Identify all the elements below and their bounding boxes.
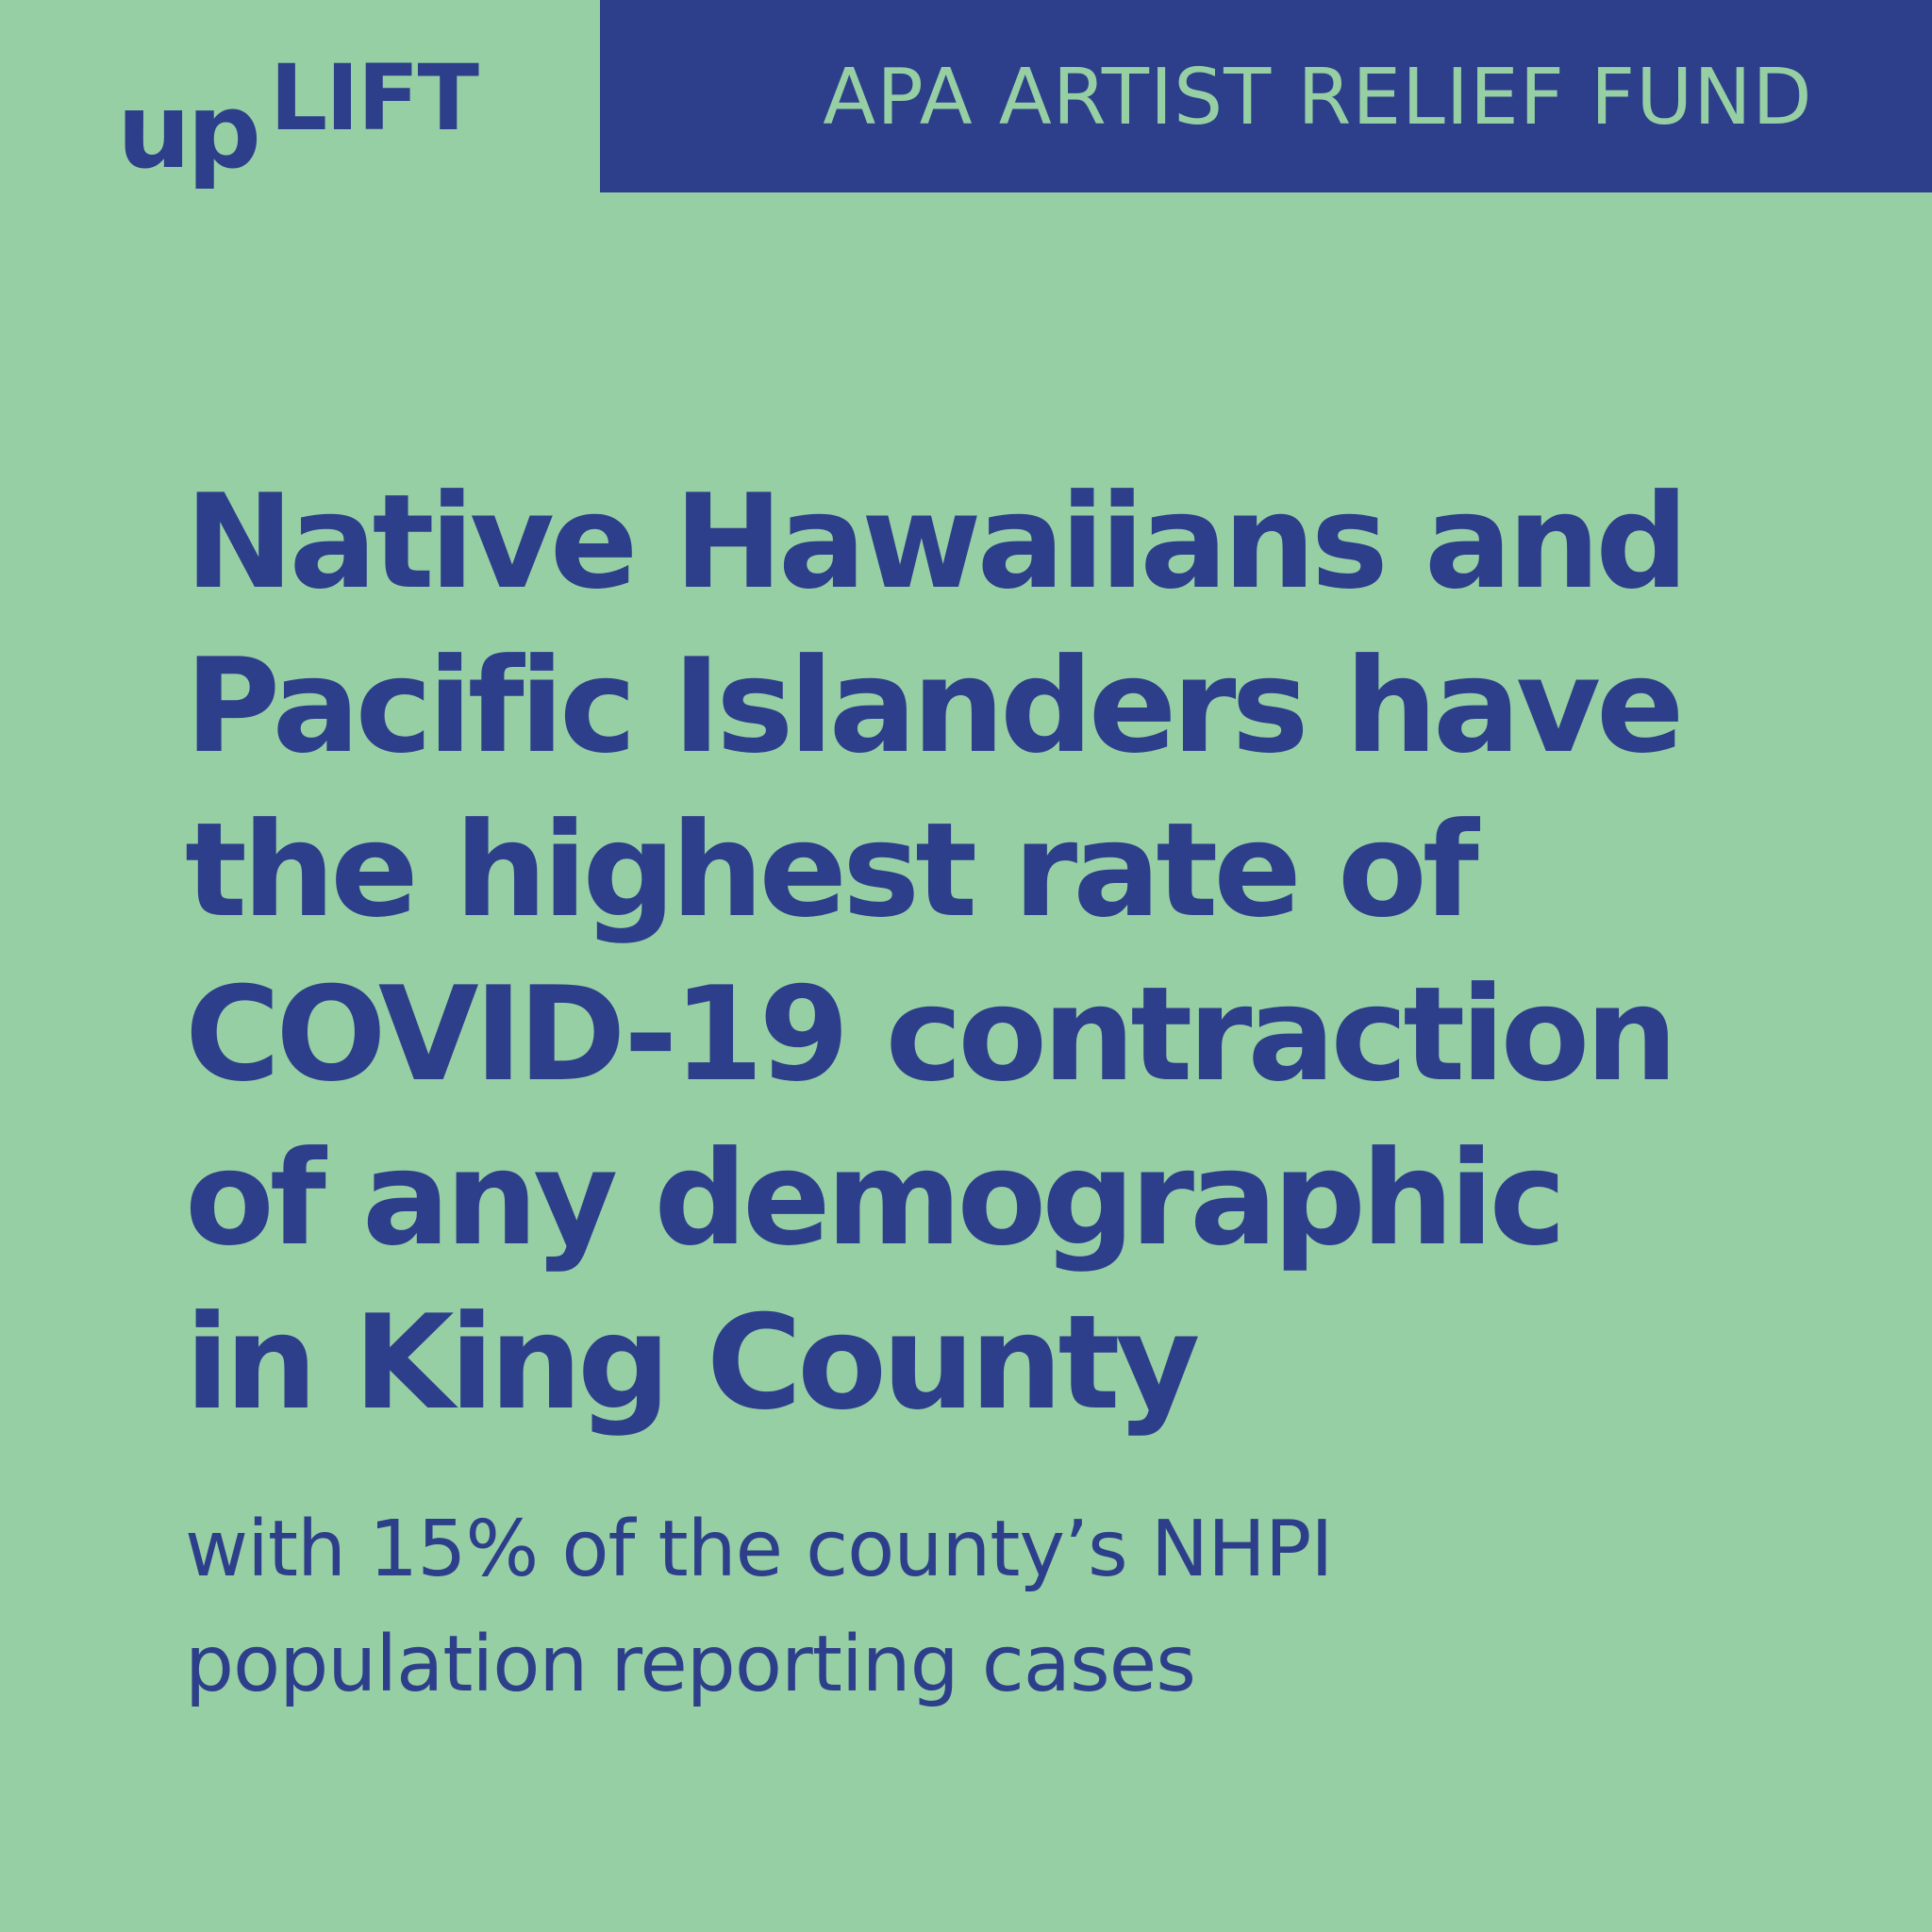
subtext-line: population reporting cases [185,1620,1196,1709]
header-banner: APA ARTIST RELIEF FUND [600,0,1932,192]
banner-title: APA ARTIST RELIEF FUND [823,53,1813,142]
headline-line: the highest rate of [185,794,1479,946]
logo-lift-text: LIFT [270,45,479,151]
logo-up-text: up [117,71,261,192]
headline-line: Native Hawaiians and [185,466,1689,618]
subtext: with 15% of the county’s NHPI population… [185,1492,1789,1723]
headline: Native Hawaiians and Pacific Islanders h… [185,460,1789,1445]
subtext-line: with 15% of the county’s NHPI [185,1505,1333,1594]
headline-line: of any demographic [185,1123,1566,1274]
headline-line: Pacific Islanders have [185,630,1685,782]
headline-line: in King County [185,1287,1200,1439]
headline-line: COVID-19 contraction [185,958,1678,1110]
